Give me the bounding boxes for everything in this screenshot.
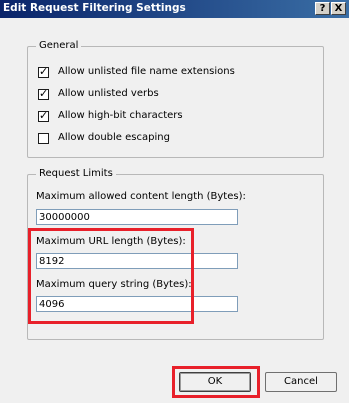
ok-button-highlight — [172, 366, 260, 398]
checkmark-icon: ✓ — [39, 65, 49, 78]
option-label: Allow high-bit characters — [58, 110, 183, 121]
cancel-button[interactable]: Cancel — [265, 372, 337, 392]
edit-request-filtering-dialog: Edit Request Filtering Settings ? X Gene… — [0, 0, 349, 403]
request-limits-legend: Request Limits — [36, 168, 116, 179]
checkbox[interactable]: ✓ — [38, 65, 49, 78]
checkbox[interactable]: ✓ — [38, 109, 49, 122]
close-button[interactable]: X — [331, 2, 346, 15]
dialog-title: Edit Request Filtering Settings — [3, 2, 186, 14]
checkmark-icon: ✓ — [39, 109, 49, 122]
general-group: General ✓ Allow unlisted file name exten… — [27, 40, 324, 158]
option-label: Allow double escaping — [58, 132, 170, 143]
help-button[interactable]: ? — [315, 2, 330, 15]
option-label: Allow unlisted file name extensions — [58, 66, 235, 77]
option-label: Allow unlisted verbs — [58, 88, 159, 99]
max-content-length-label: Maximum allowed content length (Bytes): — [36, 191, 246, 202]
max-content-length-input[interactable]: 30000000 — [36, 209, 238, 225]
title-bar[interactable]: Edit Request Filtering Settings ? X — [0, 0, 349, 18]
checkmark-icon: ✓ — [39, 87, 49, 100]
general-legend: General — [36, 40, 82, 51]
url-query-highlight — [28, 228, 194, 324]
checkbox[interactable] — [38, 133, 49, 144]
checkbox[interactable]: ✓ — [38, 87, 49, 100]
